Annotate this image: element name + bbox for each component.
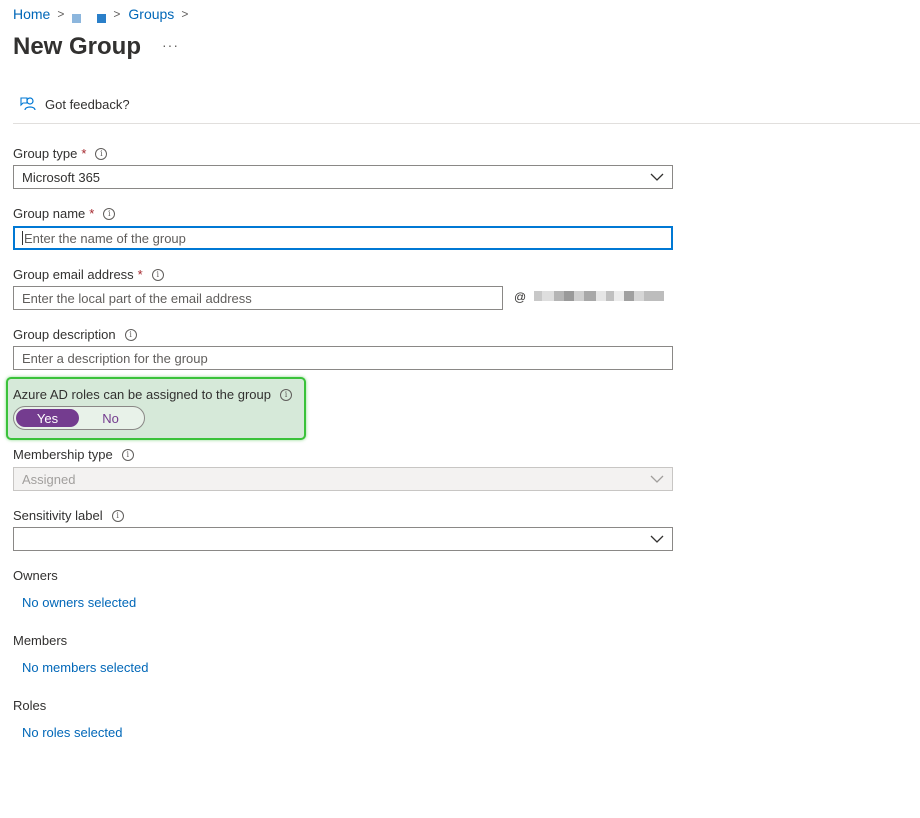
group-email-label: Group email address * i bbox=[13, 267, 164, 282]
group-type-dropdown[interactable]: Microsoft 365 bbox=[13, 165, 673, 189]
roles-label: Roles bbox=[13, 698, 47, 713]
more-options-button[interactable]: ··· bbox=[162, 37, 179, 53]
text-cursor bbox=[22, 231, 23, 245]
breadcrumb: Home > > Groups > bbox=[13, 5, 196, 23]
divider bbox=[13, 123, 920, 124]
chevron-down-icon bbox=[650, 535, 664, 543]
membership-type-dropdown: Assigned bbox=[13, 467, 673, 491]
email-at-sign: @ bbox=[514, 290, 527, 304]
group-name-label-text: Group name bbox=[13, 206, 86, 221]
required-marker: * bbox=[137, 267, 143, 282]
members-label: Members bbox=[13, 633, 68, 648]
page-title: New Group bbox=[13, 33, 142, 60]
info-icon[interactable]: i bbox=[124, 328, 137, 341]
owners-label: Owners bbox=[13, 568, 58, 583]
redacted-breadcrumb-icon bbox=[72, 13, 82, 23]
info-icon[interactable]: i bbox=[111, 509, 124, 522]
sensitivity-label-label: Sensitivity label i bbox=[13, 508, 124, 523]
azure-roles-label: Azure AD roles can be assigned to the gr… bbox=[13, 387, 292, 402]
no-members-selected-link[interactable]: No members selected bbox=[22, 660, 148, 675]
toggle-yes-option[interactable]: Yes bbox=[16, 409, 79, 427]
breadcrumb-home-link[interactable]: Home bbox=[13, 6, 50, 22]
feedback-icon bbox=[20, 97, 36, 111]
group-description-label-text: Group description bbox=[13, 327, 116, 342]
group-type-label-text: Group type bbox=[13, 146, 78, 161]
group-name-placeholder: Enter the name of the group bbox=[24, 230, 186, 246]
azure-roles-toggle[interactable]: Yes No bbox=[13, 406, 145, 430]
no-roles-selected-link[interactable]: No roles selected bbox=[22, 725, 122, 740]
breadcrumb-groups-link[interactable]: Groups bbox=[128, 6, 174, 22]
group-type-value: Microsoft 365 bbox=[22, 169, 101, 185]
group-name-input[interactable]: Enter the name of the group bbox=[13, 226, 673, 250]
chevron-right-icon: > bbox=[57, 7, 65, 21]
redacted-breadcrumb-icon bbox=[97, 13, 107, 23]
chevron-down-icon bbox=[650, 475, 664, 483]
group-type-label: Group type * i bbox=[13, 146, 108, 161]
group-email-placeholder: Enter the local part of the email addres… bbox=[22, 290, 252, 306]
sensitivity-label-dropdown[interactable] bbox=[13, 527, 673, 551]
group-email-label-text: Group email address bbox=[13, 267, 134, 282]
info-icon[interactable]: i bbox=[121, 448, 134, 461]
required-marker: * bbox=[81, 146, 87, 161]
info-icon[interactable]: i bbox=[95, 147, 108, 160]
info-icon[interactable]: i bbox=[151, 268, 164, 281]
feedback-label: Got feedback? bbox=[45, 97, 130, 112]
redacted-email-domain bbox=[534, 291, 674, 301]
group-email-input[interactable]: Enter the local part of the email addres… bbox=[13, 286, 503, 310]
required-marker: * bbox=[89, 206, 95, 221]
info-icon[interactable]: i bbox=[280, 388, 292, 401]
azure-roles-label-text: Azure AD roles can be assigned to the gr… bbox=[13, 387, 271, 402]
membership-type-label-text: Membership type bbox=[13, 447, 113, 462]
membership-type-value: Assigned bbox=[22, 471, 76, 487]
chevron-right-icon: > bbox=[181, 7, 189, 21]
group-name-label: Group name * i bbox=[13, 206, 116, 221]
chevron-right-icon: > bbox=[113, 7, 121, 21]
group-description-label: Group description i bbox=[13, 327, 137, 342]
chevron-down-icon bbox=[650, 173, 664, 181]
no-owners-selected-link[interactable]: No owners selected bbox=[22, 595, 136, 610]
toggle-no-option[interactable]: No bbox=[79, 409, 142, 427]
group-description-input[interactable]: Enter a description for the group bbox=[13, 346, 673, 370]
feedback-button[interactable]: Got feedback? bbox=[20, 96, 130, 113]
sensitivity-label-label-text: Sensitivity label bbox=[13, 508, 103, 523]
info-icon[interactable]: i bbox=[103, 207, 116, 220]
group-description-placeholder: Enter a description for the group bbox=[22, 350, 208, 366]
membership-type-label: Membership type i bbox=[13, 447, 134, 462]
